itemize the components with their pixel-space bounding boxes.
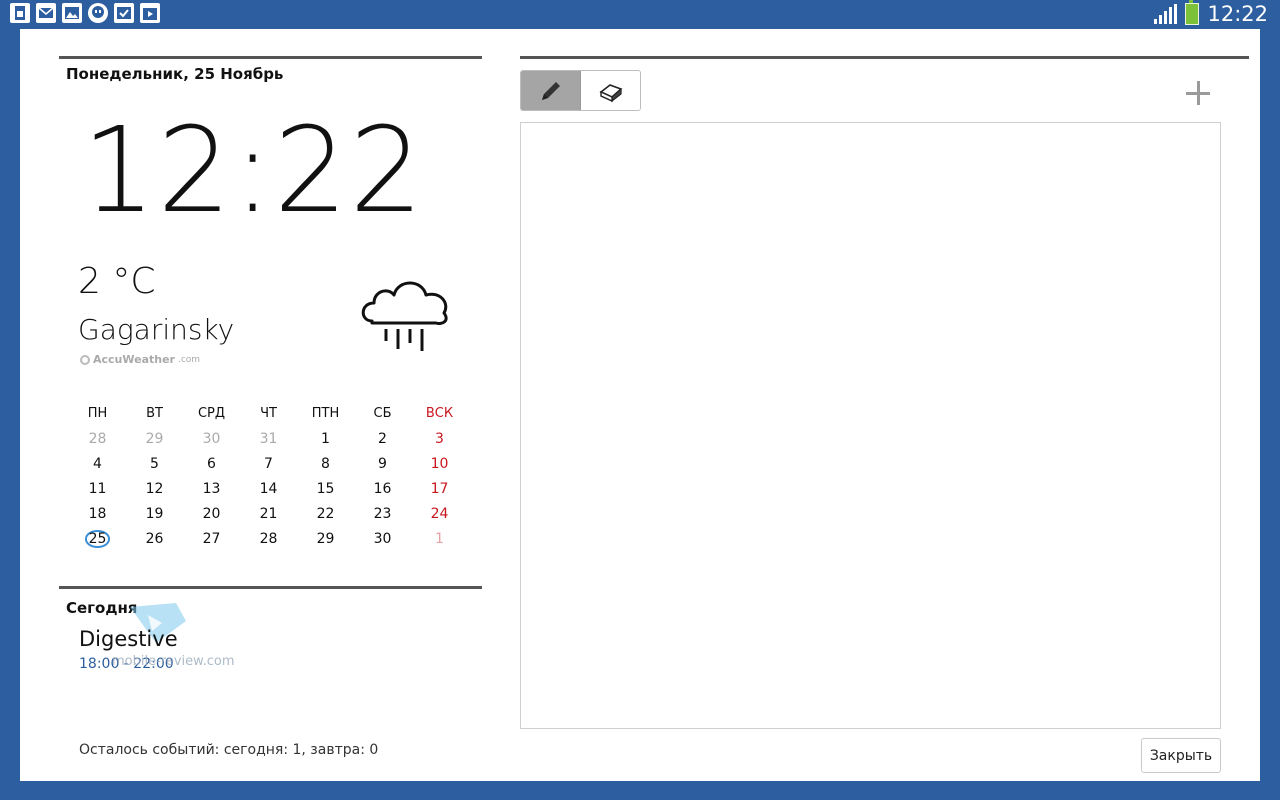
calendar-day[interactable]: 10 <box>411 456 468 472</box>
calendar-day[interactable]: 1 <box>297 431 354 447</box>
weekday-mon: ПН <box>87 406 108 421</box>
weekday-tue: ВТ <box>146 406 163 421</box>
provider-suffix: .com <box>177 354 201 365</box>
calendar-day[interactable]: 12 <box>126 481 183 497</box>
calendar-week: 28 29 30 31 1 2 3 <box>69 426 468 451</box>
calendar-day[interactable]: 16 <box>354 481 411 497</box>
calendar-day[interactable]: 27 <box>183 531 240 547</box>
notification-icons <box>10 3 160 23</box>
calendar-day[interactable]: 15 <box>297 481 354 497</box>
signal-icon <box>1154 4 1178 24</box>
weather-provider[interactable]: AccuWeather .com <box>80 353 200 366</box>
city-name: Gagarinsky <box>78 313 235 346</box>
calendar-day[interactable]: 8 <box>297 456 354 472</box>
top-right-divider <box>520 56 1249 59</box>
weekday-thu: ЧТ <box>260 406 277 421</box>
calendar-day[interactable]: 17 <box>411 481 468 497</box>
calendar-day[interactable]: 30 <box>354 531 411 547</box>
rain-cloud-icon <box>361 281 448 351</box>
hangouts-icon <box>88 3 108 23</box>
weekday-sat: СБ <box>373 406 392 421</box>
bottom-left-divider <box>59 586 482 589</box>
calendar-week: 4 5 6 7 8 9 10 <box>69 451 468 476</box>
gallery-icon <box>62 3 82 23</box>
calendar-week: 11 12 13 14 15 16 17 <box>69 476 468 501</box>
calendar-day[interactable]: 23 <box>354 506 411 522</box>
memo-toolbar <box>520 70 641 111</box>
month-calendar: ПН ВТ СРД ЧТ ПТН СБ ВСК 28 29 30 31 1 2 … <box>69 401 468 551</box>
calendar-day[interactable]: 30 <box>183 431 240 447</box>
status-right: 12:22 <box>1154 0 1268 28</box>
calendar-day[interactable]: 4 <box>69 456 126 472</box>
eraser-icon <box>598 83 623 102</box>
calendar-day[interactable]: 6 <box>183 456 240 472</box>
status-bar: 12:22 <box>0 0 1280 28</box>
top-left-divider <box>59 56 482 59</box>
calendar-day[interactable]: 19 <box>126 506 183 522</box>
weekday-sun: ВСК <box>425 406 454 421</box>
calendar-week: 18 19 20 21 22 23 24 <box>69 501 468 526</box>
accuweather-logo-icon <box>80 354 90 365</box>
calendar-day[interactable]: 20 <box>183 506 240 522</box>
calendar-day[interactable]: 26 <box>126 531 183 547</box>
calendar-week: 25 26 27 28 29 30 1 <box>69 526 468 551</box>
calendar-day[interactable]: 13 <box>183 481 240 497</box>
memo-canvas[interactable] <box>520 122 1221 729</box>
calendar-day[interactable]: 28 <box>240 531 297 547</box>
event-title[interactable]: Digestive <box>79 627 178 651</box>
calendar-day[interactable]: 9 <box>354 456 411 472</box>
calendar-day[interactable]: 31 <box>240 431 297 447</box>
calendar-day[interactable]: 29 <box>126 431 183 447</box>
pen-tool-button[interactable] <box>521 71 581 110</box>
calendar-day[interactable]: 3 <box>411 431 468 447</box>
clock-time: 12:22 <box>82 101 426 239</box>
calendar-day[interactable]: 24 <box>411 506 468 522</box>
tasks-check-icon <box>114 3 134 23</box>
watermark-text: mobile-review.com <box>112 654 235 669</box>
weekday-header: ПН ВТ СРД ЧТ ПТН СБ ВСК <box>69 401 468 426</box>
close-button[interactable]: Закрыть <box>1141 738 1221 773</box>
eraser-tool-button[interactable] <box>581 71 640 110</box>
today-marker: 25 <box>84 529 111 548</box>
weekday-fri: ПТН <box>311 406 340 421</box>
sim-card-icon <box>10 3 30 23</box>
calendar-day[interactable]: 21 <box>240 506 297 522</box>
plus-icon[interactable] <box>1184 79 1212 107</box>
mail-icon <box>36 3 56 23</box>
play-store-icon <box>140 3 160 23</box>
battery-icon <box>1185 0 1200 25</box>
pen-icon <box>541 81 560 100</box>
date-label: Понедельник, 25 Ноябрь <box>66 65 284 83</box>
status-clock: 12:22 <box>1207 2 1268 26</box>
calendar-day[interactable]: 2 <box>354 431 411 447</box>
provider-name: AccuWeather <box>93 353 175 366</box>
calendar-day[interactable]: 29 <box>297 531 354 547</box>
calendar-day[interactable]: 7 <box>240 456 297 472</box>
calendar-day[interactable]: 1 <box>411 531 468 547</box>
calendar-day-today[interactable]: 25 <box>69 529 126 548</box>
calendar-day[interactable]: 18 <box>69 506 126 522</box>
calendar-day[interactable]: 5 <box>126 456 183 472</box>
main-panel: Понедельник, 25 Ноябрь 12:22 2 °C Gagari… <box>20 29 1260 781</box>
calendar-day[interactable]: 22 <box>297 506 354 522</box>
calendar-day[interactable]: 28 <box>69 431 126 447</box>
calendar-day[interactable]: 14 <box>240 481 297 497</box>
temperature: 2 °C <box>78 261 156 302</box>
calendar-day[interactable]: 11 <box>69 481 126 497</box>
remaining-events: Осталось событий: сегодня: 1, завтра: 0 <box>79 742 379 758</box>
weekday-wed: СРД <box>197 406 226 421</box>
